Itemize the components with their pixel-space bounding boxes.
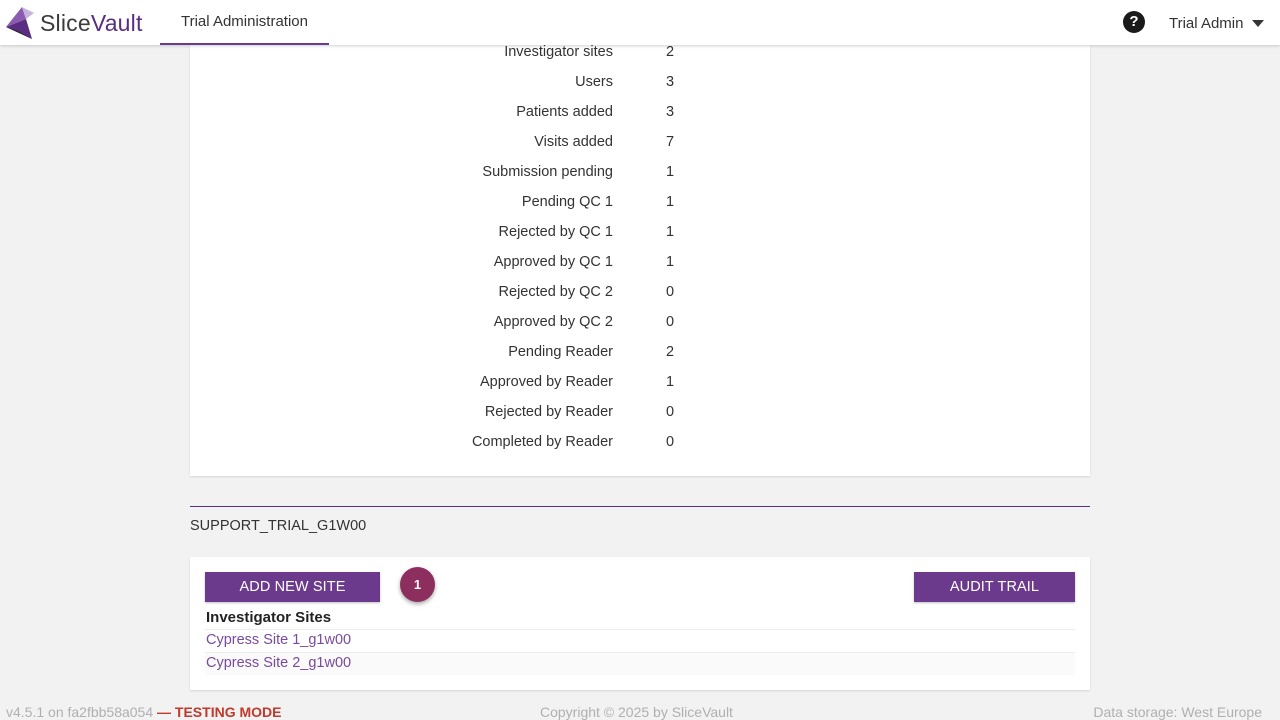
footer-data-storage: Data storage: West Europe [1093, 704, 1262, 720]
testing-mode-label: — TESTING MODE [157, 704, 282, 720]
stat-row: Approved by Reader 1 [190, 371, 1090, 401]
stat-label: Completed by Reader [471, 434, 613, 450]
stat-row: Submission pending 1 [190, 161, 1090, 191]
investigator-sites-heading: Investigator Sites [206, 609, 332, 626]
stat-label: Rejected by QC 1 [498, 224, 613, 240]
stat-row: Investigator sites 2 [190, 41, 1090, 71]
stat-row: Completed by Reader 0 [190, 431, 1090, 461]
stat-value: 0 [666, 314, 675, 330]
stat-value: 2 [666, 344, 675, 360]
stat-row: Rejected by QC 1 1 [190, 221, 1090, 251]
stat-label: Approved by QC 2 [493, 314, 613, 330]
section-divider [190, 506, 1090, 507]
stat-value: 7 [666, 134, 675, 150]
site-link[interactable]: Cypress Site 1_g1w00 [206, 632, 351, 648]
stat-label: Approved by Reader [480, 374, 613, 390]
stat-label: Approved by QC 1 [493, 254, 613, 270]
list-item: Cypress Site 1_g1w00 [205, 629, 1075, 652]
stat-value: 0 [666, 434, 675, 450]
stat-label: Users [575, 74, 613, 90]
investigator-sites-card: ADD NEW SITE 1 AUDIT TRAIL Investigator … [190, 557, 1090, 690]
stat-row: Users 3 [190, 71, 1090, 101]
stat-row: Approved by QC 2 0 [190, 311, 1090, 341]
top-bar: SliceVault Trial Administration ? Trial … [0, 0, 1280, 45]
stat-row: Pending QC 1 1 [190, 191, 1090, 221]
footer-copyright: Copyright © 2025 by SliceVault [540, 704, 733, 720]
list-item: Cypress Site 2_g1w00 [205, 652, 1075, 675]
stat-value: 1 [666, 374, 675, 390]
slicevault-logo-icon [6, 7, 34, 39]
stat-row: Visits added 7 [190, 131, 1090, 161]
footer: v4.5.1 on fa2fbb58a054 — TESTING MODE Co… [0, 704, 1280, 720]
logo-text: SliceVault [40, 9, 143, 36]
stat-label: Investigator sites [504, 44, 613, 60]
user-menu[interactable]: Trial Admin [1169, 12, 1265, 34]
stat-row: Approved by QC 1 1 [190, 251, 1090, 281]
trial-code: SUPPORT_TRIAL_G1W00 [190, 518, 367, 534]
stat-row: Rejected by Reader 0 [190, 401, 1090, 431]
stat-row: Pending Reader 2 [190, 341, 1090, 371]
stat-label: Pending QC 1 [521, 194, 613, 210]
stat-value: 1 [666, 194, 675, 210]
slicevault-logo[interactable]: SliceVault [4, 4, 143, 42]
stat-value: 0 [666, 404, 675, 420]
stat-value: 3 [666, 104, 675, 120]
user-name: Trial Admin [1169, 14, 1244, 32]
caret-down-icon [1252, 19, 1265, 27]
stat-label: Pending Reader [508, 344, 613, 360]
footer-version: v4.5.1 on fa2fbb58a054 — TESTING MODE [6, 704, 281, 720]
trial-stats-card: Investigator sites 2 Users 3 Patients added 3… [190, 44, 1090, 476]
stat-label: Visits added [534, 134, 613, 150]
tab-trial-administration[interactable]: Trial Administration [160, 0, 329, 45]
version-text: v4.5.1 on fa2fbb58a054 [6, 704, 154, 720]
stat-label: Patients added [516, 104, 613, 120]
stat-label: Rejected by Reader [484, 404, 613, 420]
stat-value: 2 [666, 44, 675, 60]
step-badge: 1 [400, 567, 435, 602]
audit-trail-button[interactable]: AUDIT TRAIL [914, 572, 1075, 602]
site-link[interactable]: Cypress Site 2_g1w00 [206, 655, 351, 671]
add-new-site-button[interactable]: ADD NEW SITE [205, 572, 380, 602]
stat-row: Patients added 3 [190, 101, 1090, 131]
stat-value: 0 [666, 284, 675, 300]
stat-label: Submission pending [482, 164, 613, 180]
stat-value: 1 [666, 254, 675, 270]
help-icon[interactable]: ? [1123, 11, 1145, 33]
stat-value: 1 [666, 164, 675, 180]
stat-value: 3 [666, 74, 675, 90]
stat-value: 1 [666, 224, 675, 240]
stat-label: Rejected by QC 2 [498, 284, 613, 300]
stat-row: Rejected by QC 2 0 [190, 281, 1090, 311]
